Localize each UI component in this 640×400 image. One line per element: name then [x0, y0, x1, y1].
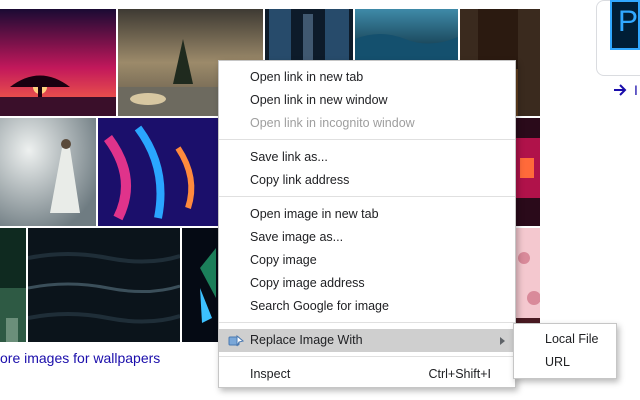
- menu-separator: [219, 322, 515, 323]
- panel-link-label[interactable]: I: [634, 82, 638, 98]
- menu-separator: [219, 196, 515, 197]
- replace-image-submenu: Local File URL: [513, 323, 617, 379]
- context-menu: Open link in new tab Open link in new wi…: [218, 60, 516, 388]
- image-tile-ocean-waves[interactable]: [355, 9, 458, 61]
- chevron-right-icon: [500, 337, 505, 345]
- menu-separator: [219, 356, 515, 357]
- photoshop-app-icon: Ps: [610, 0, 640, 50]
- menu-item-replace-image-with[interactable]: Replace Image With: [219, 329, 515, 352]
- menu-item-save-image-as[interactable]: Save image as...: [219, 226, 515, 249]
- menu-item-search-google-for-image[interactable]: Search Google for image: [219, 295, 515, 318]
- replace-image-icon: [228, 334, 244, 347]
- image-tile-abstract-neon[interactable]: [98, 118, 218, 226]
- menu-item-copy-image-address[interactable]: Copy image address: [219, 272, 515, 295]
- image-tile-woman-clouds[interactable]: [0, 118, 96, 226]
- image-tile-city-street-blue[interactable]: [265, 9, 353, 61]
- more-images-link[interactable]: ore images for wallpapers: [0, 350, 160, 368]
- menu-item-open-link-incognito: Open link in incognito window: [250, 116, 415, 130]
- submenu-item-local-file[interactable]: Local File: [514, 328, 616, 351]
- menu-item-copy-link-address[interactable]: Copy link address: [219, 169, 515, 192]
- image-tile-dark-water[interactable]: [28, 228, 180, 342]
- submenu-item-url[interactable]: URL: [514, 351, 616, 374]
- menu-item-save-link-as[interactable]: Save link as...: [219, 146, 515, 169]
- menu-separator: [219, 139, 515, 140]
- menu-item-copy-image[interactable]: Copy image: [219, 249, 515, 272]
- menu-item-inspect[interactable]: Inspect Ctrl+Shift+I: [219, 363, 515, 386]
- image-tile-forest-road[interactable]: [0, 228, 26, 342]
- menu-item-open-link-new-tab[interactable]: Open link in new tab: [219, 66, 515, 89]
- image-tile-butterfly[interactable]: [182, 228, 218, 342]
- inspect-shortcut: Ctrl+Shift+I: [428, 367, 491, 381]
- arrow-right-icon[interactable]: [612, 82, 628, 98]
- menu-item-open-link-new-window[interactable]: Open link in new window: [219, 89, 515, 112]
- image-tile-sunset-tree[interactable]: [0, 9, 116, 116]
- image-tile-rocks-red[interactable]: [516, 118, 540, 226]
- menu-item-open-image-new-tab[interactable]: Open image in new tab: [219, 203, 515, 226]
